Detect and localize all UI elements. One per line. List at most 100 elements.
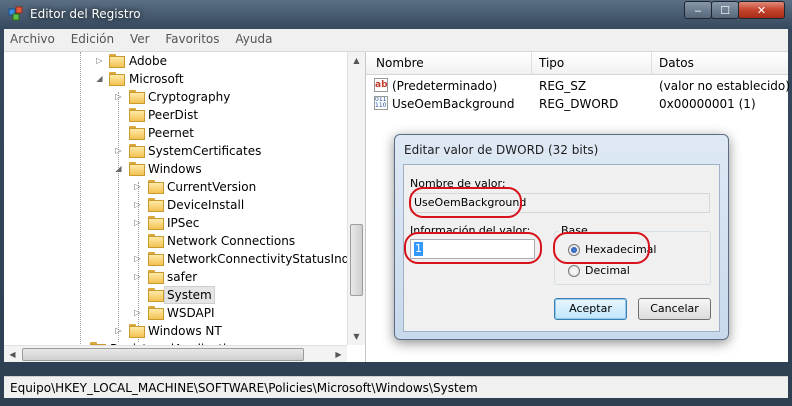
expand-arrow-icon[interactable]: ▷ [133,250,142,268]
tree-item-label: DeviceInstall [167,198,245,212]
dialog-body: Nombre de valor: UseOemBackground Inform… [403,164,720,332]
folder-icon [129,108,145,122]
scroll-thumb[interactable] [350,224,363,296]
folder-icon [148,198,164,212]
menu-ayuda[interactable]: Ayuda [229,29,278,49]
value-type: REG_DWORD [539,97,619,111]
dialog-title: Editar valor de DWORD (32 bits) [404,143,599,157]
tree-horizontal-scrollbar[interactable]: ◀ ▶ [4,345,347,362]
expand-arrow-icon[interactable]: ▷ [133,304,142,322]
folder-icon [148,216,164,230]
base-label: Base [559,224,590,237]
tree-item-label: PeerDist [148,108,199,122]
maximize-icon: ☐ [720,4,730,17]
collapse-arrow-icon[interactable]: ◢ [114,160,123,178]
expand-arrow-icon[interactable]: ▷ [133,196,142,214]
accept-button[interactable]: Aceptar [554,298,627,320]
column-header-data[interactable]: Datos [659,56,694,70]
close-button[interactable]: ✕ [738,1,785,19]
hexadecimal-label[interactable]: Hexadecimal [585,243,656,256]
tree-item-label: Cryptography [148,90,231,104]
folder-icon [148,288,164,302]
tree-guide [80,52,81,362]
string-value-icon: ab [374,78,388,92]
close-icon: ✕ [756,4,767,17]
list-row[interactable]: 011 110 UseOemBackground REG_DWORD 0x000… [366,95,788,113]
binary-value-icon: 011 110 [374,96,388,110]
minimize-icon: ‒ [694,4,702,17]
scroll-thumb[interactable] [22,348,304,361]
value-data: (valor no establecido) [659,79,790,93]
value-name: (Predeterminado) [392,79,498,93]
key-tree: ▷ Adobe ◢ Microsoft ▷ Cryptography PeerD… [4,52,366,362]
menu-favoritos[interactable]: Favoritos [159,29,225,49]
expand-arrow-icon[interactable]: ▷ [114,322,123,340]
value-name-field[interactable]: UseOemBackground [410,193,710,213]
status-bar-path: Equipo\HKEY_LOCAL_MACHINE\SOFTWARE\Polic… [4,376,788,398]
value-name-label: Nombre de valor: [410,177,506,190]
folder-icon [148,252,164,266]
folder-icon [129,90,145,104]
folder-open-icon [109,72,125,86]
value-data-label: Información del valor: [410,224,531,237]
tree-item-label-selected: System [164,286,215,304]
minimize-button[interactable]: ‒ [684,1,712,19]
list-row[interactable]: ab (Predeterminado) REG_SZ (valor no est… [366,77,790,95]
list-header: Nombre Tipo Datos [366,52,788,75]
tree-item-label: NetworkConnectivityStatusIndicat [167,252,366,266]
value-type: REG_SZ [539,79,587,93]
title-bar[interactable]: Editor del Registro ‒ ☐ ✕ [0,0,792,28]
menu-ver[interactable]: Ver [124,29,156,49]
tree-item-label: safer [167,270,198,284]
folder-icon [129,126,145,140]
base-groupbox [554,231,711,285]
folder-open-icon [129,162,145,176]
maximize-button[interactable]: ☐ [711,1,739,19]
menu-archivo[interactable]: Archivo [4,29,61,49]
folder-icon [148,180,164,194]
registry-editor-window: Editor del Registro ‒ ☐ ✕ Archivo Edició… [0,0,792,406]
regedit-icon [8,6,23,21]
column-separator[interactable] [651,52,652,74]
scroll-right-icon[interactable]: ▶ [330,346,347,362]
tree-item-label: Windows NT [148,324,222,338]
window-title: Editor del Registro [30,7,141,21]
expand-arrow-icon[interactable]: ▷ [133,178,142,196]
expand-arrow-icon[interactable]: ▷ [114,88,123,106]
cancel-button[interactable]: Cancelar [638,298,711,320]
edit-dword-dialog: Editar valor de DWORD (32 bits) Nombre d… [394,134,729,340]
folder-icon [109,54,125,68]
menu-edicion[interactable]: Edición [65,29,120,49]
folder-icon [148,306,164,320]
folder-icon [148,234,164,248]
collapse-arrow-icon[interactable]: ◢ [95,70,104,88]
folder-icon [129,324,145,338]
tree-guide [118,92,119,342]
tree-item-label: Adobe [129,54,167,68]
column-header-name[interactable]: Nombre [376,56,424,70]
tree-item-label: Peernet [148,126,194,140]
tree-item-label: Network Connections [167,234,296,248]
scroll-up-icon[interactable]: ▲ [348,52,365,69]
tree-vertical-scrollbar[interactable]: ▲ ▼ [347,52,365,345]
menu-bar: Archivo Edición Ver Favoritos Ayuda [4,29,788,52]
tree-item-label: Windows [148,162,202,176]
expand-arrow-icon[interactable]: ▷ [114,142,123,160]
value-name: UseOemBackground [392,97,515,111]
tree-item-label: WSDAPI [167,306,215,320]
value-data-input[interactable]: 1 [410,239,535,259]
radio-hexadecimal[interactable] [568,244,580,256]
expand-arrow-icon[interactable]: ▷ [133,268,142,286]
scroll-left-icon[interactable]: ◀ [4,346,21,362]
decimal-label[interactable]: Decimal [585,264,630,277]
expand-arrow-icon[interactable]: ▷ [133,214,142,232]
radio-decimal[interactable] [568,265,580,277]
scroll-down-icon[interactable]: ▼ [348,328,365,345]
column-separator[interactable] [531,52,532,74]
expand-arrow-icon[interactable]: ▷ [95,52,104,70]
tree-item-label: CurrentVersion [167,180,257,194]
tree-item-label: SystemCertificates [148,144,262,158]
column-header-type[interactable]: Tipo [539,56,564,70]
folder-icon [148,270,164,284]
tree-item-label: IPSec [167,216,200,230]
